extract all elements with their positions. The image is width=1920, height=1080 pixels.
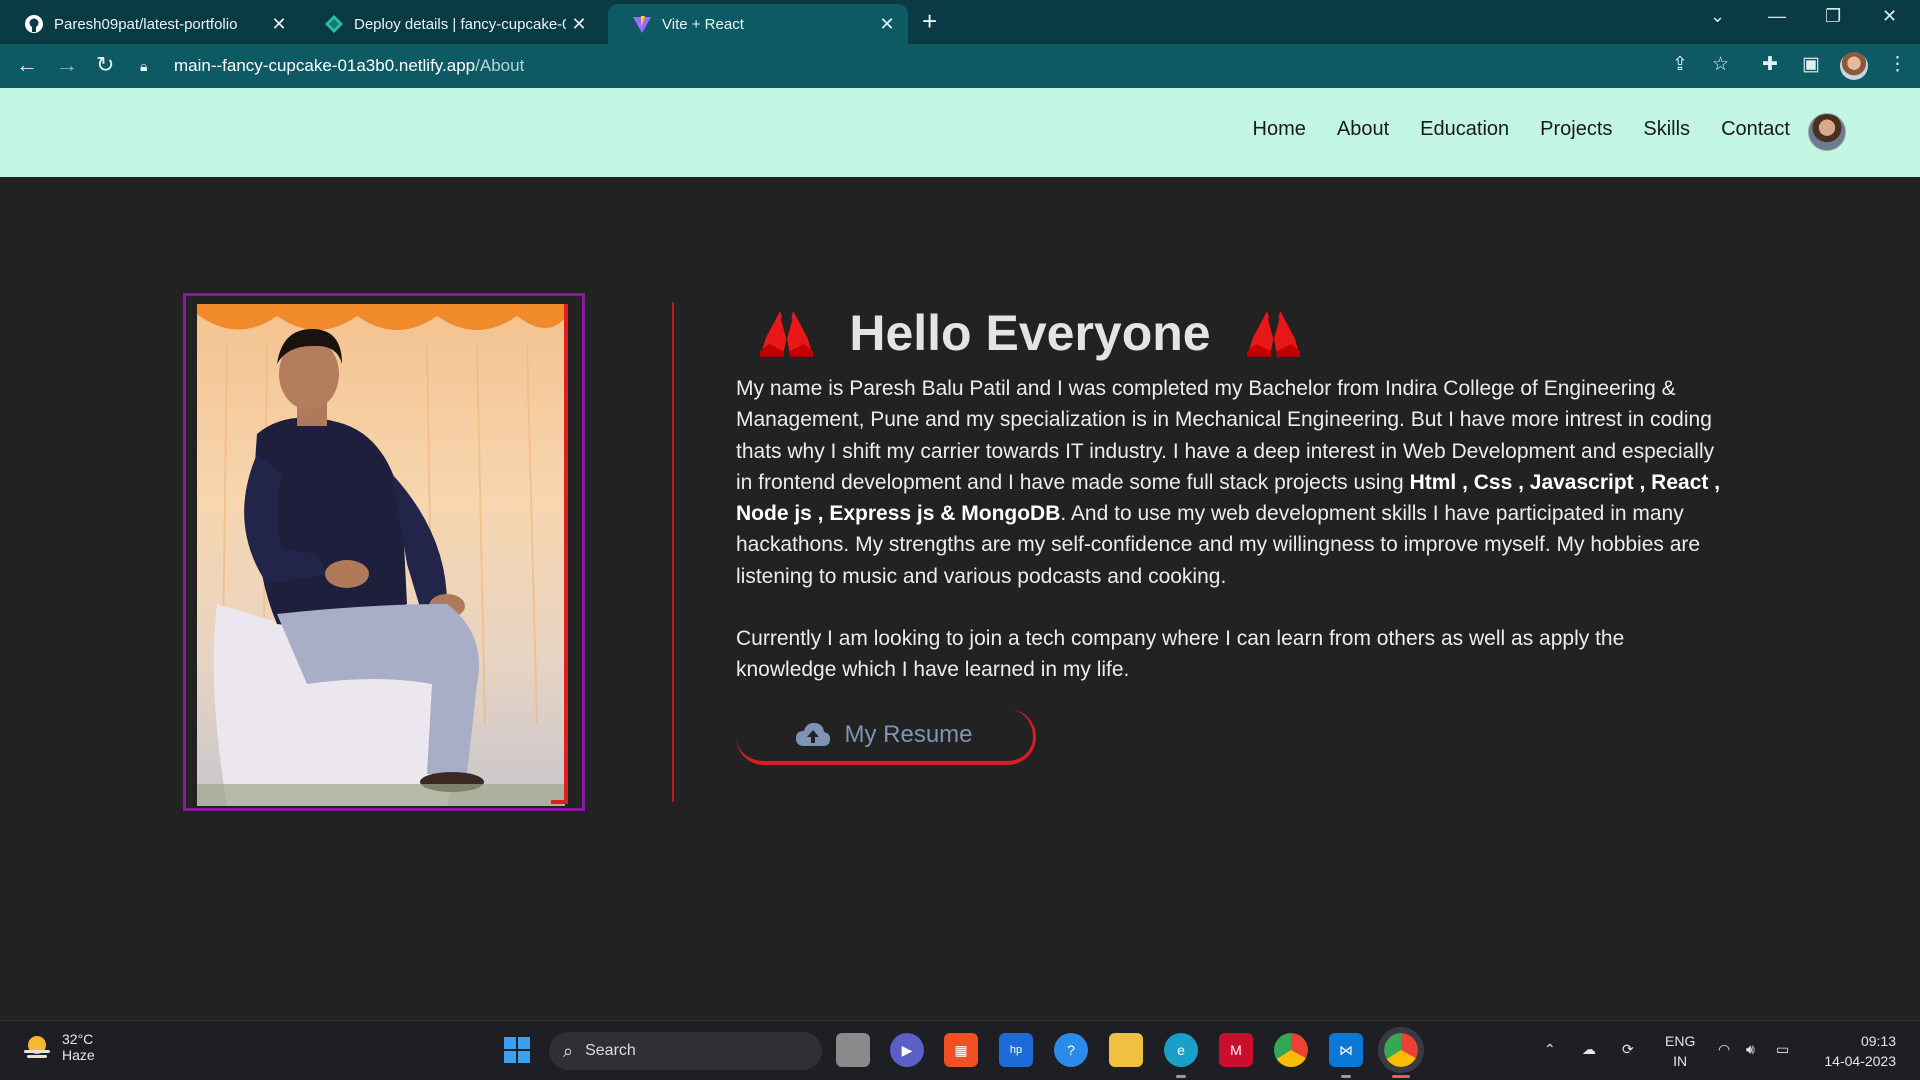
- photo-accent-line: [551, 800, 568, 804]
- site-navbar: Home About Education Projects Skills Con…: [0, 88, 1920, 177]
- url-host: main--fancy-cupcake-01a3b0.netlify.app: [174, 56, 476, 75]
- weather-temp: 32°C: [62, 1031, 94, 1047]
- chrome-active-icon[interactable]: [1378, 1027, 1424, 1073]
- reload-icon[interactable]: ↻: [96, 52, 114, 78]
- about-heading-row: Hello Everyone: [760, 302, 1300, 364]
- teams-chat-icon[interactable]: ▶: [890, 1033, 924, 1067]
- tab-vite-react[interactable]: Vite + React ✕: [608, 4, 908, 44]
- close-window-icon[interactable]: ✕: [1882, 6, 1897, 27]
- close-tab-icon[interactable]: ✕: [566, 14, 592, 35]
- taskbar-search[interactable]: ⌕ Search: [549, 1032, 822, 1070]
- volume-icon[interactable]: 🔊︎: [1746, 1041, 1755, 1058]
- wifi-icon[interactable]: ◠: [1718, 1041, 1730, 1058]
- browser-menu-icon[interactable]: ⋮: [1888, 53, 1907, 76]
- running-indicator: [1176, 1075, 1186, 1078]
- weather-widget[interactable]: 32°C Haze: [22, 1031, 95, 1063]
- clock-time: 09:13: [1860, 1033, 1896, 1049]
- haze-sun-icon: [24, 1036, 50, 1058]
- bookmark-star-icon[interactable]: ☆: [1712, 53, 1729, 76]
- tab-search-chevron-icon[interactable]: ⌄: [1710, 6, 1725, 27]
- close-tab-icon[interactable]: ✕: [266, 14, 292, 35]
- onedrive-icon[interactable]: ☁: [1582, 1041, 1596, 1058]
- site-menu: Home About Education Projects Skills Con…: [1253, 118, 1790, 141]
- nav-home[interactable]: Home: [1253, 118, 1306, 141]
- side-panel-icon[interactable]: ▣: [1802, 53, 1820, 76]
- tab-title: Paresh09pat/latest-portfolio: [54, 15, 238, 33]
- share-icon[interactable]: ⇪: [1672, 53, 1688, 76]
- section-divider: [672, 302, 674, 802]
- forward-icon[interactable]: →: [56, 52, 78, 78]
- new-tab-icon[interactable]: +: [922, 6, 937, 37]
- task-view-icon[interactable]: [836, 1033, 870, 1067]
- cloud-upload-icon: [796, 723, 831, 746]
- search-label: Search: [585, 1042, 636, 1059]
- page-title: Hello Everyone: [849, 305, 1211, 361]
- nav-about[interactable]: About: [1337, 118, 1389, 141]
- back-icon[interactable]: ←: [16, 52, 38, 78]
- help-icon[interactable]: ?: [1054, 1033, 1088, 1067]
- site-avatar[interactable]: [1808, 113, 1846, 151]
- browser-tab-strip: Paresh09pat/latest-portfolio ✕ Deploy de…: [0, 0, 1920, 44]
- tab-github[interactable]: Paresh09pat/latest-portfolio ✕: [0, 4, 300, 44]
- microsoft-store-icon[interactable]: ▦: [944, 1033, 978, 1067]
- tab-netlify[interactable]: Deploy details | fancy-cupcake-0 ✕: [300, 4, 600, 44]
- windows-start-icon[interactable]: [500, 1033, 534, 1067]
- lang-code: ENG: [1665, 1033, 1696, 1049]
- about-bio: My name is Paresh Balu Patil and I was c…: [736, 373, 1726, 592]
- photo-accent-line: [564, 304, 568, 804]
- nav-education[interactable]: Education: [1420, 118, 1509, 141]
- nav-projects[interactable]: Projects: [1540, 118, 1612, 141]
- mcafee-icon[interactable]: M: [1219, 1033, 1253, 1067]
- lock-icon: 🔒︎: [140, 57, 148, 74]
- about-bio-second: Currently I am looking to join a tech co…: [736, 627, 1625, 682]
- vscode-icon[interactable]: ⋈: [1329, 1033, 1363, 1067]
- tray-chevron-icon[interactable]: ⌃: [1544, 1041, 1556, 1058]
- myhp-icon[interactable]: hp: [999, 1033, 1033, 1067]
- netlify-icon: [324, 14, 344, 34]
- tab-title: Deploy details | fancy-cupcake-0: [354, 15, 566, 33]
- vite-icon: [632, 14, 652, 34]
- resume-label: My Resume: [844, 721, 973, 748]
- restore-icon[interactable]: ❐: [1825, 6, 1841, 27]
- file-explorer-icon[interactable]: [1109, 1033, 1143, 1067]
- tab-title: Vite + React: [662, 15, 744, 33]
- language-indicator[interactable]: ENG IN: [1665, 1031, 1695, 1071]
- url-path: /About: [475, 56, 525, 75]
- lang-region: IN: [1673, 1053, 1688, 1069]
- close-tab-icon[interactable]: ✕: [874, 14, 900, 35]
- windows-taskbar: 32°C Haze ⌕ Search ▶ ▦ hp ? e M ⋈ ⌃ ☁ ⟳ …: [0, 1020, 1920, 1080]
- browser-profile-avatar[interactable]: [1840, 52, 1868, 80]
- folded-hands-icon: [1246, 310, 1300, 357]
- profile-photo-frame: [183, 293, 585, 811]
- nav-skills[interactable]: Skills: [1643, 118, 1690, 141]
- chrome-icon[interactable]: [1274, 1033, 1308, 1067]
- minimize-icon[interactable]: —: [1768, 6, 1786, 27]
- resume-button[interactable]: My Resume: [736, 709, 1036, 765]
- search-icon: ⌕: [563, 1040, 574, 1061]
- running-indicator: [1341, 1075, 1351, 1078]
- clock-date: 14-04-2023: [1824, 1053, 1896, 1069]
- clock[interactable]: 09:13 14-04-2023: [1814, 1031, 1896, 1071]
- address-bar[interactable]: 🔒︎ main--fancy-cupcake-01a3b0.netlify.ap…: [140, 50, 1700, 82]
- edge-icon[interactable]: e: [1164, 1033, 1198, 1067]
- github-icon: [24, 14, 44, 34]
- extensions-icon[interactable]: ✚: [1762, 53, 1778, 76]
- sync-icon[interactable]: ⟳: [1622, 1041, 1634, 1058]
- nav-contact[interactable]: Contact: [1721, 118, 1790, 141]
- battery-icon[interactable]: ▭: [1776, 1041, 1789, 1058]
- profile-photo: [197, 304, 565, 806]
- browser-toolbar: ← → ↻ 🔒︎ main--fancy-cupcake-01a3b0.netl…: [0, 44, 1920, 88]
- running-indicator: [1392, 1075, 1410, 1078]
- weather-desc: Haze: [62, 1047, 95, 1063]
- folded-hands-icon: [760, 310, 814, 357]
